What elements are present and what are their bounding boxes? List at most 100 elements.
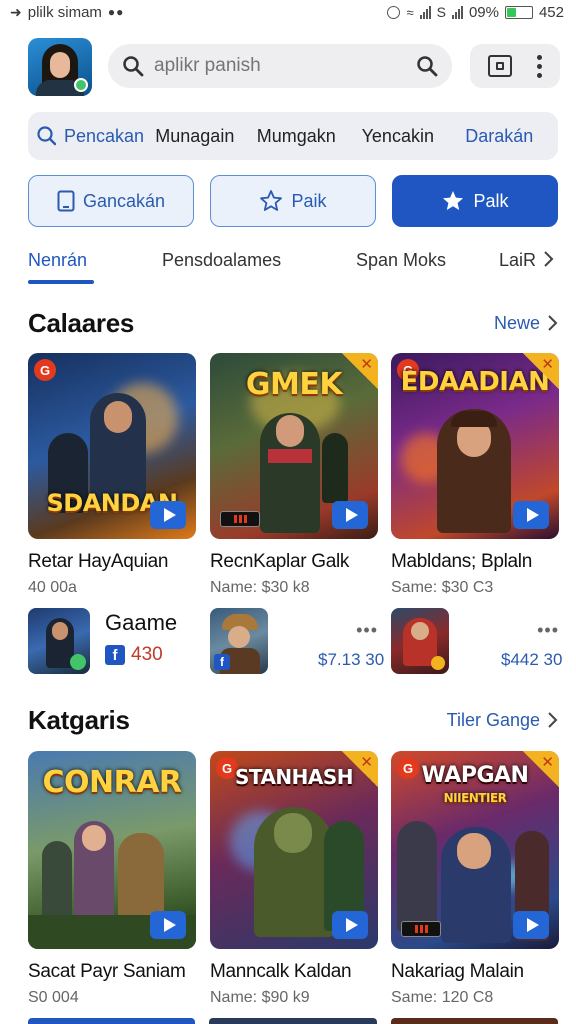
art-scarf <box>268 449 312 463</box>
art-figure <box>397 821 437 931</box>
peek-card <box>28 1018 196 1024</box>
search-icon <box>37 126 57 146</box>
alarm-icon <box>387 5 401 19</box>
tab-pensdoalames[interactable]: Pensdoalames <box>162 250 281 271</box>
more-vertical-icon[interactable] <box>536 54 542 78</box>
palk-button[interactable]: Palk <box>392 175 558 227</box>
game-meta: Same: $30 C3 <box>391 579 494 596</box>
chevron-right-icon <box>548 712 558 728</box>
game-card[interactable]: G WAPGAN NIIENTIER ✕ Nakariag Malain Sam… <box>391 751 559 1007</box>
star-outline-icon <box>260 190 283 211</box>
art-title: CONRAR <box>42 765 182 800</box>
mini-game-price: $442 30 <box>501 650 563 669</box>
mini-game-name: Gaame <box>105 610 178 635</box>
mini-game-item[interactable]: Gaame f 430 <box>28 608 196 676</box>
game-title: RecnKaplar Galk <box>210 551 350 572</box>
game-card[interactable]: G EDAADIAN ✕ Mabldans; Bplaln Same: $30 … <box>391 353 559 597</box>
avatar-face <box>50 52 70 78</box>
search-submit-icon[interactable] <box>416 55 438 77</box>
corner-badge-icon: ✕ <box>342 353 378 389</box>
mini-game-price: $7.13 30 <box>318 650 385 669</box>
filter-item-munagain[interactable]: Munagain <box>144 126 245 147</box>
screen-cast-inner <box>496 62 505 70</box>
battery-fill <box>506 7 517 17</box>
tab-nenran[interactable]: Nenrán <box>28 250 87 271</box>
search-input[interactable] <box>144 55 416 77</box>
filter-item-yencakin[interactable]: Yencakin <box>347 126 448 147</box>
filter-label: Munagain <box>155 125 235 146</box>
see-more-label: Newe <box>493 312 540 333</box>
star-icon <box>443 191 464 210</box>
game-meta: Name: $90 k9 <box>210 989 310 1006</box>
art-subtitle: NIIENTIER <box>443 791 507 805</box>
corner-badge-icon: ✕ <box>342 751 378 787</box>
filter-bar: Pencakan Munagain Mumgakn Yencakin Darak… <box>28 112 558 160</box>
play-icon[interactable] <box>332 501 368 529</box>
chevron-right-icon <box>548 315 558 331</box>
clock: 452 <box>538 3 564 21</box>
mini-game-item[interactable]: f ••• $7.13 30 <box>210 608 384 676</box>
game-thumbnail: G EDAADIAN ✕ <box>391 353 559 539</box>
chevron-right-icon[interactable] <box>542 250 554 273</box>
header-actions <box>470 44 560 88</box>
see-more-link[interactable]: Tiler Gange <box>447 710 558 731</box>
filter-label: Darakán <box>465 125 534 146</box>
peek-card <box>209 1018 377 1024</box>
play-icon[interactable] <box>332 911 368 939</box>
screen-cast-icon[interactable] <box>488 55 513 77</box>
status-left: ➜ plilk simam ●● <box>10 4 124 21</box>
mini-face <box>411 622 429 640</box>
more-horizontal-icon[interactable]: ••• <box>537 620 559 641</box>
see-more-link[interactable]: Newe <box>494 313 558 334</box>
play-icon[interactable] <box>513 911 549 939</box>
game-card[interactable]: G STANHASH ✕ Manncalk Kaldan Name: $90 k… <box>210 751 378 1007</box>
online-status-icon <box>70 654 86 670</box>
game-card[interactable]: GMEK ✕ RecnKaplar Galk Name: $30 k8 <box>210 353 378 597</box>
badge-icon <box>431 656 445 670</box>
art-hero-face <box>457 833 491 869</box>
game-thumbnail: CONRAR <box>28 751 196 949</box>
art-hair <box>451 411 497 427</box>
tab-lair[interactable]: LaiR <box>499 250 536 271</box>
section-title: Katgaris <box>28 704 130 735</box>
game-title: Mabldans; Bplaln <box>391 551 532 572</box>
brand-badge-icon: G <box>34 359 56 381</box>
tablet-icon <box>57 190 75 212</box>
game-title: Sacat Payr Saniam <box>28 961 186 982</box>
filter-item-darakan[interactable]: Darakán <box>449 126 550 147</box>
button-label: Palk <box>473 190 509 211</box>
play-icon[interactable] <box>150 501 186 529</box>
more-horizontal-icon[interactable]: ••• <box>356 620 378 641</box>
avatar[interactable] <box>28 38 92 96</box>
play-icon[interactable] <box>513 501 549 529</box>
status-left-text: plilk simam <box>27 3 102 21</box>
section-header-calaares: Calaares Newe <box>28 303 558 343</box>
tab-bar: Nenrán Pensdoalames Span Moks LaiR <box>28 242 558 286</box>
play-icon[interactable] <box>150 911 186 939</box>
game-card[interactable]: CONRAR Sacat Payr Saniam S0 004 <box>28 751 196 1007</box>
game-meta: Same: 120 C8 <box>391 989 494 1006</box>
mini-thumbnail <box>391 608 449 674</box>
game-thumbnail: G STANHASH ✕ <box>210 751 378 949</box>
game-card[interactable]: G SDANDAN Retar HayAquian 40 00a <box>28 353 196 597</box>
paik-button[interactable]: Paik <box>210 175 376 227</box>
mini-game-count: 430 <box>131 644 163 665</box>
mini-game-item[interactable]: ••• $442 30 <box>391 608 563 676</box>
online-status-icon <box>74 78 88 92</box>
art-figure <box>322 433 348 503</box>
facebook-icon: f <box>105 645 125 665</box>
art-warrior-helmet <box>274 813 312 853</box>
filter-item-pencakan[interactable]: Pencakan <box>36 125 144 147</box>
corner-badge-icon: ✕ <box>523 751 559 787</box>
battery-percent: 09% <box>468 3 499 21</box>
tab-span-moks[interactable]: Span Moks <box>356 250 446 271</box>
filter-item-mumgakn[interactable]: Mumgakn <box>246 126 347 147</box>
mini-game-stats: f 430 <box>105 644 163 666</box>
rec-chip-icon <box>220 511 260 527</box>
gancakan-button[interactable]: Gancakán <box>28 175 194 227</box>
art-hero-face <box>104 401 132 433</box>
mini-face <box>228 626 250 648</box>
search-bar[interactable] <box>108 44 452 88</box>
facebook-icon: f <box>214 654 230 670</box>
signal-icon <box>419 5 431 19</box>
